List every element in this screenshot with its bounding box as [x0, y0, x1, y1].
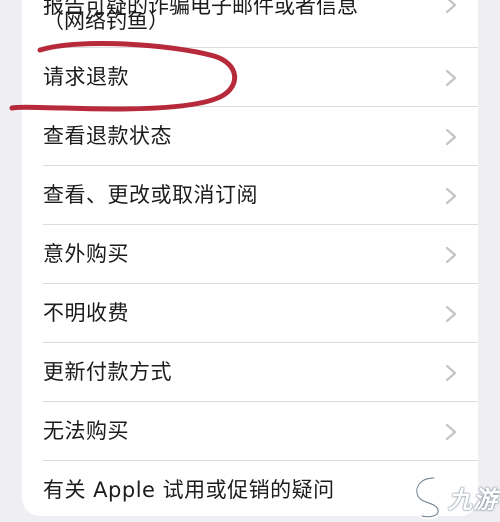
list-item-refund-status[interactable]: 查看退款状态 — [22, 107, 478, 166]
list-item-label: 无法购买 — [43, 419, 129, 443]
list-item-label: 查看、更改或取消订阅 — [43, 183, 258, 207]
list-item-label: 更新付款方式 — [43, 360, 172, 384]
chevron-right-icon — [445, 128, 457, 146]
list-item-unknown-charges[interactable]: 不明收费 — [22, 284, 478, 343]
list-item-label: 有关 Apple 试用或促销的疑问 — [43, 478, 335, 502]
list-item-accidental-purchase[interactable]: 意外购买 — [22, 225, 478, 284]
watermark: 九游 — [408, 472, 498, 520]
support-page: 报告可疑的诈骗电子邮件或者信息 （网络钓鱼） 请求退款 查看退款状态 查看、更改… — [0, 0, 500, 522]
list-item-manage-subscriptions[interactable]: 查看、更改或取消订阅 — [22, 166, 478, 225]
chevron-right-icon — [445, 364, 457, 382]
watermark-text: 九游 — [448, 486, 498, 514]
list-item-label: 不明收费 — [43, 301, 129, 325]
chevron-right-icon — [445, 423, 457, 441]
chevron-right-icon — [445, 246, 457, 264]
list-item-report-phishing[interactable]: 报告可疑的诈骗电子邮件或者信息 （网络钓鱼） — [22, 0, 478, 48]
chevron-right-icon — [445, 69, 457, 87]
list-item-label-line2: （网络钓鱼） — [43, 9, 169, 33]
chevron-right-icon — [445, 305, 457, 323]
list-item-label: 查看退款状态 — [43, 124, 172, 148]
list-item-update-payment[interactable]: 更新付款方式 — [22, 343, 478, 402]
chevron-right-icon — [445, 187, 457, 205]
chevron-right-icon — [445, 0, 457, 14]
list-item-label: 请求退款 — [43, 65, 129, 89]
list-item-label: 意外购买 — [43, 242, 129, 266]
support-options-list: 报告可疑的诈骗电子邮件或者信息 （网络钓鱼） 请求退款 查看退款状态 查看、更改… — [22, 0, 478, 516]
list-item-request-refund[interactable]: 请求退款 — [22, 48, 478, 107]
jiuyou-logo-icon — [414, 475, 441, 520]
list-item-cannot-purchase[interactable]: 无法购买 — [22, 402, 478, 461]
